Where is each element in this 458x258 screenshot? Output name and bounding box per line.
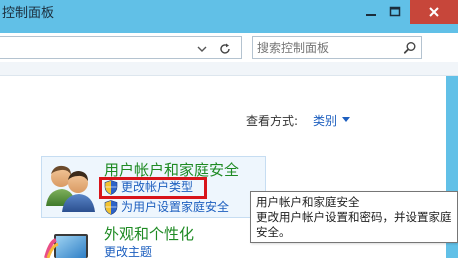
search-input[interactable] [257,39,397,56]
address-bar-area [0,33,458,62]
refresh-icon [220,43,230,54]
refresh-button[interactable] [216,40,234,57]
address-field[interactable] [0,36,242,59]
chevron-down-icon [197,46,207,52]
category-title-appearance[interactable]: 外观和个性化 [104,224,194,244]
family-safety-link[interactable]: 为用户设置家庭安全 [121,200,229,215]
uac-shield-icon [104,200,118,215]
highlight-annotation [99,177,207,199]
address-history-button[interactable] [194,41,210,56]
tooltip-title: 用户帐户和家庭安全 [256,195,360,209]
view-by-dropdown[interactable]: 类别 [313,112,337,129]
maximize-button[interactable] [380,0,410,24]
window-title: 控制面板 [2,6,55,21]
users-icon[interactable] [44,162,96,212]
search-icon[interactable] [403,41,417,55]
close-button[interactable] [410,0,458,24]
change-theme-link[interactable]: 更改主题 [104,245,152,258]
search-box[interactable] [252,36,422,59]
view-by-label: 查看方式: [246,114,299,128]
tooltip-body: 更改用户帐户设置和密码，并设置家庭安全。 [256,210,452,239]
tooltip: 用户帐户和家庭安全 更改用户帐户设置和密码，并设置家庭安全。 [250,191,458,243]
monitor-icon[interactable] [44,232,96,258]
minimize-icon [366,14,376,16]
close-icon [429,7,439,17]
maximize-icon [389,6,401,17]
command-strip [0,62,458,76]
title-bar[interactable]: 控制面板 [0,0,458,33]
dropdown-arrow-icon[interactable] [342,117,350,122]
